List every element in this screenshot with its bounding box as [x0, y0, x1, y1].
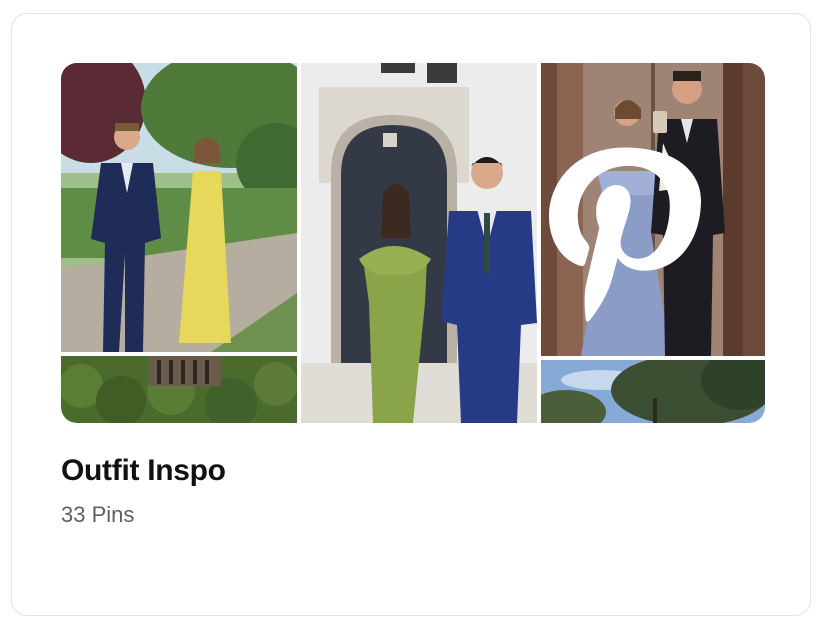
- board-pin-count: 33 Pins: [61, 502, 135, 527]
- board-card[interactable]: Outfit Inspo 33 Pins: [11, 13, 811, 616]
- pin-thumbnail-ivy-wall[interactable]: [61, 356, 297, 423]
- pin-thumbnail-arch-doorway-couple[interactable]: [301, 63, 537, 423]
- pin-thumbnail-elevator-selfie[interactable]: [541, 63, 765, 356]
- board-cover-collage[interactable]: [61, 63, 765, 423]
- pin-thumbnail-garden-couple[interactable]: [61, 63, 297, 352]
- pinterest-logo-icon: [549, 147, 701, 322]
- board-title: Outfit Inspo: [61, 454, 226, 487]
- pin-thumbnail-trees-sky[interactable]: [541, 360, 765, 423]
